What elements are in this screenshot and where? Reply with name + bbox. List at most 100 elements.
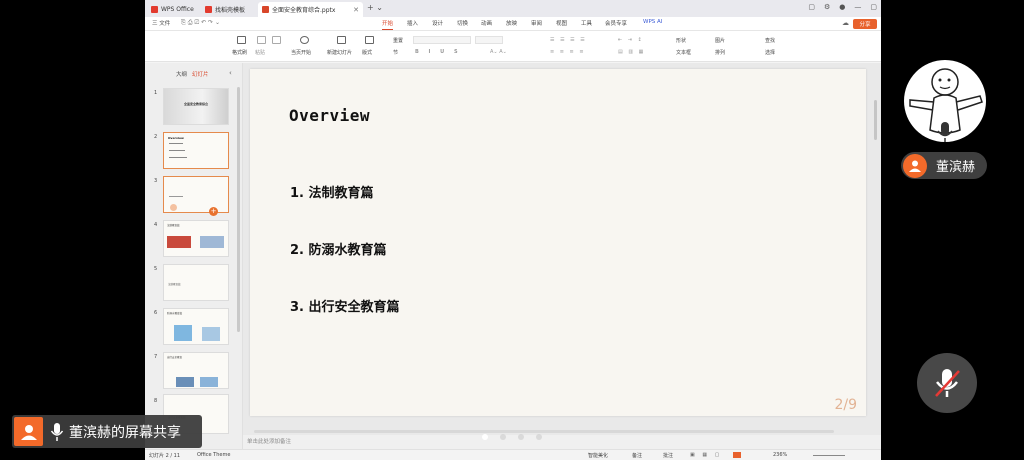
copy-icon[interactable] [272,36,281,44]
mic-icon [50,422,64,441]
collapse-panel-icon[interactable]: ‹ [229,69,232,77]
new-slide-label[interactable]: 新建幻灯片 [327,49,352,56]
reset-label[interactable]: 重置 [393,37,403,44]
shape-button[interactable]: 形状 [676,37,686,44]
skin-icon[interactable]: ⚙ [824,3,830,11]
tab-slides[interactable]: 幻灯片 [192,70,209,78]
smart-beautify-button[interactable]: 智能美化 [588,452,608,459]
slide-thumb-3[interactable]: + [163,176,229,216]
play-animation-icon[interactable] [170,204,177,211]
menu-wps-ai[interactable]: WPS AI [643,19,662,25]
font-size-box[interactable] [475,36,503,44]
tab-wps-office[interactable]: WPS Office [147,2,197,17]
theme-name: Office Theme [197,452,231,458]
menu-tools[interactable]: 工具 [581,19,592,27]
slide-thumb-7[interactable]: 出行安全教育 [163,352,229,389]
page-dot[interactable] [482,434,488,440]
layout-icon[interactable] [365,36,374,44]
section-label[interactable]: 节 [393,49,398,56]
share-button[interactable]: 分享 [853,19,877,29]
find-button[interactable]: 查找 [765,37,775,44]
align-icons[interactable]: ≡ ≡ ≡ ≡ [550,49,586,55]
slide-thumb-2[interactable]: Overview [163,132,229,169]
slide-list-item-2[interactable]: 2. 防溺水教育篇 [290,239,387,258]
layout-label[interactable]: 版式 [362,49,372,56]
format-painter-icon[interactable] [237,36,246,44]
play-from-current-icon[interactable] [300,36,309,44]
thumb-image [176,377,194,387]
layout-icon[interactable]: ▢ [808,3,815,11]
textbox-button[interactable]: 文本框 [676,49,691,56]
select-button[interactable]: 选择 [765,49,775,56]
paragraph-icons[interactable]: ⇤ ⇥ ↕ [618,37,644,43]
minimize-icon[interactable]: — [854,3,861,11]
thumb-number: 3 [154,178,158,184]
tab-outline[interactable]: 大纲 [176,70,187,78]
menu-transition[interactable]: 切换 [457,19,468,27]
thumb-image [200,236,224,248]
comments-button[interactable]: 批注 [663,452,673,459]
page-dot[interactable] [536,434,542,440]
mute-toggle-button[interactable] [917,353,977,413]
menu-animation[interactable]: 动画 [481,19,492,27]
slide-list-item-1[interactable]: 1. 法制教育篇 [290,182,374,201]
quick-access-icons: ⎘ ⎙ ⎚ ↶ ↷ ⌄ [181,19,221,26]
zoom-slider[interactable] [813,455,845,456]
new-slide-icon[interactable] [337,36,346,44]
play-slideshow-icon[interactable] [733,452,741,458]
menu-insert[interactable]: 插入 [407,19,418,27]
vertical-scrollbar[interactable] [874,100,877,140]
thumb-number: 6 [154,310,158,316]
slide-thumb-6[interactable]: 防溺水教育篇 [163,308,229,345]
add-slide-icon[interactable]: + [209,207,218,216]
menu-bar: 三 文件 ⎘ ⎙ ⎚ ↶ ↷ ⌄ 开始 插入 设计 切换 动画 放映 审阅 视图… [145,17,881,31]
play-from-current-label[interactable]: 当页开始 [291,49,311,56]
page-dot[interactable] [518,434,524,440]
cut-icon[interactable] [257,36,266,44]
text-style-icons[interactable]: B I U S [415,49,462,55]
status-bar: 幻灯片 2 / 11 Office Theme 智能美化 备注 批注 ▣ ▦ ▢… [145,449,881,460]
wps-logo-icon [151,6,158,13]
horizontal-scrollbar[interactable] [254,430,834,433]
text-direction-icons[interactable]: ▤ ▥ ▦ [618,49,645,55]
menu-view[interactable]: 视图 [556,19,567,27]
current-slide[interactable]: Overview 1. 法制教育篇 2. 防溺水教育篇 3. 出行安全教育篇 2… [250,69,866,416]
font-name-box[interactable] [413,36,471,44]
thumbnail-scrollbar[interactable] [237,87,240,332]
tab-current-document[interactable]: 全面安全教育综合.pptx ✕ [258,2,363,17]
paste-label[interactable]: 粘贴 [255,49,265,56]
thumb-line [169,143,183,144]
notes-button[interactable]: 备注 [632,452,642,459]
cloud-icon[interactable]: ☁ [842,19,849,27]
slide-thumb-5[interactable]: 法制教育篇 [163,264,229,301]
slide-title[interactable]: Overview [289,106,370,125]
view-mode-icons[interactable]: ▣ ▦ ▢ [690,452,722,458]
slide-list-item-3[interactable]: 3. 出行安全教育篇 [290,296,400,315]
thumb-number: 2 [154,134,158,140]
slide-editing-area: Overview 1. 法制教育篇 2. 防溺水教育篇 3. 出行安全教育篇 2… [243,63,881,435]
page-dot[interactable] [500,434,506,440]
maximize-icon[interactable]: ▢ [870,3,877,11]
menu-file[interactable]: 三 文件 [152,19,170,27]
tab-templates[interactable]: 找稻壳模板 [201,2,256,17]
slide-thumb-4[interactable]: 法制教育篇 [163,220,229,257]
list-icons[interactable]: ☰ ☰ ☰ ☰ [550,37,587,43]
close-tab-icon[interactable]: ✕ [353,6,359,14]
font-color-icon[interactable]: A⌄ A⌄ [490,49,507,55]
format-painter-label[interactable]: 格式刷 [232,49,247,56]
menu-membership[interactable]: 会员专享 [605,19,627,27]
zoom-level[interactable]: 236% [773,452,787,458]
menu-review[interactable]: 审阅 [531,19,542,27]
participant-name: 董滨赫 [936,160,976,175]
picture-button[interactable]: 图片 [715,37,725,44]
wps-window: WPS Office 找稻壳模板 全面安全教育综合.pptx ✕ + ⌄ ▢ ⚙… [145,0,881,460]
arrange-button[interactable]: 排列 [715,49,725,56]
user-avatar-icon[interactable]: ● [839,3,845,11]
menu-home[interactable]: 开始 [382,19,394,30]
slide-thumb-1[interactable]: 全面安全教育综合 [163,88,229,125]
notes-pane[interactable]: 单击此处添加备注 [243,435,881,449]
menu-slideshow[interactable]: 放映 [506,19,517,27]
participant-avatar[interactable] [904,60,986,142]
new-tab-icon[interactable]: + ⌄ [367,3,383,12]
menu-design[interactable]: 设计 [432,19,443,27]
